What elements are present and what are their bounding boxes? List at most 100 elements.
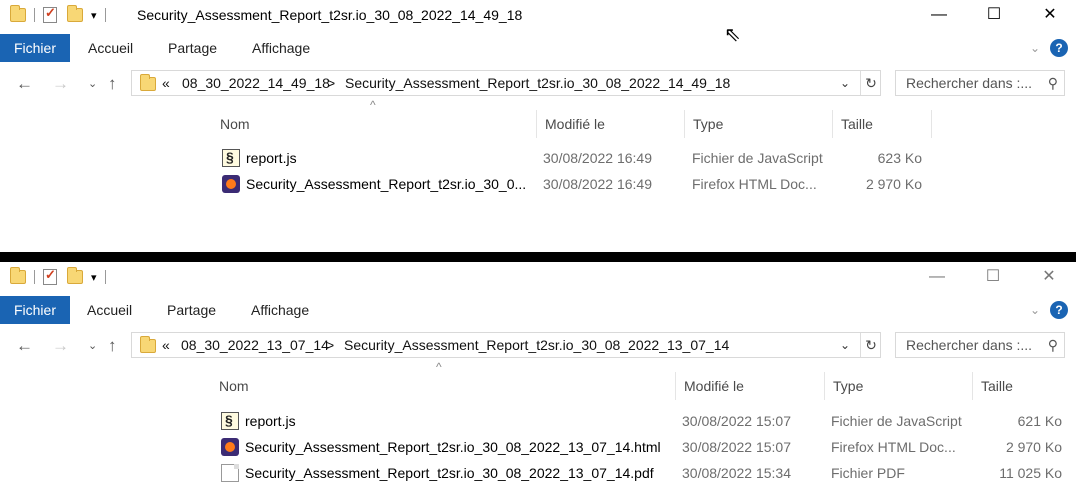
toolbar-divider [34, 270, 35, 284]
file-type: Fichier PDF [831, 465, 905, 481]
new-folder-icon[interactable] [67, 5, 83, 22]
firefox-html-icon [222, 175, 240, 193]
explorer-window-2: ▾ — ☐ ✕ Fichier Accueil Partage Affichag… [0, 262, 1076, 491]
tab-file[interactable]: Fichier [0, 34, 70, 62]
toolbar-divider [34, 8, 35, 22]
javascript-file-icon [221, 412, 239, 430]
file-type: Fichier de JavaScript [692, 150, 823, 166]
maximize-button[interactable]: ☐ [971, 0, 1017, 30]
breadcrumb-current[interactable]: Security_Assessment_Report_t2sr.io_30_08… [344, 333, 729, 357]
file-modified: 30/08/2022 15:07 [682, 439, 791, 455]
file-name: report.js [246, 150, 297, 166]
folder-icon[interactable] [10, 267, 26, 284]
breadcrumb-separator[interactable]: > [326, 333, 334, 357]
customize-toolbar-icon[interactable]: ▾ [91, 9, 97, 22]
address-dropdown-icon[interactable]: ⌄ [840, 71, 850, 95]
recent-locations-button[interactable]: ⌄ [88, 332, 97, 360]
column-modified[interactable]: Modifié le [675, 372, 824, 400]
column-type[interactable]: Type [824, 372, 972, 400]
forward-button[interactable]: → [52, 332, 69, 360]
column-type[interactable]: Type [684, 110, 832, 138]
navigation-bar: ← → ⌄ ↑ « 08_30_2022_14_49_18 > Security… [0, 70, 1076, 98]
minimize-button[interactable]: — [914, 262, 960, 292]
breadcrumb-overflow[interactable]: « [162, 71, 170, 95]
folder-icon[interactable] [10, 5, 26, 22]
toolbar-divider [104, 8, 106, 22]
new-folder-icon[interactable] [67, 267, 83, 284]
file-size: 621 Ko [1017, 413, 1062, 429]
file-name: Security_Assessment_Report_t2sr.io_30_0.… [246, 176, 527, 192]
file-size: 2 970 Ko [1005, 439, 1062, 455]
address-bar[interactable]: « 08_30_2022_13_07_14 > Security_Assessm… [131, 332, 881, 358]
tab-view[interactable]: Affichage [251, 296, 309, 324]
column-name[interactable]: Nom [211, 372, 675, 400]
customize-toolbar-icon[interactable]: ▾ [91, 271, 97, 284]
file-row[interactable]: Security_Assessment_Report_t2sr.io_30_0.… [0, 171, 1076, 197]
search-input[interactable]: Rechercher dans :... ⚲ [895, 70, 1065, 96]
firefox-html-icon [221, 438, 239, 456]
help-icon[interactable]: ? [1050, 301, 1068, 319]
breadcrumb-parent[interactable]: 08_30_2022_14_49_18 [182, 71, 330, 95]
properties-icon[interactable] [43, 267, 57, 285]
close-button[interactable]: ✕ [1026, 262, 1072, 292]
properties-icon[interactable] [43, 5, 57, 23]
file-type: Fichier de JavaScript [831, 413, 962, 429]
ribbon-tabs: Fichier Accueil Partage Affichage ⌄ ? [0, 34, 1076, 62]
file-modified: 30/08/2022 15:34 [682, 465, 791, 481]
pdf-file-icon [221, 464, 239, 482]
toolbar-divider [104, 270, 106, 284]
column-modified[interactable]: Modifié le [536, 110, 684, 138]
close-button[interactable]: ✕ [1027, 0, 1073, 30]
breadcrumb-overflow[interactable]: « [162, 333, 170, 357]
search-icon: ⚲ [1047, 75, 1058, 91]
back-button[interactable]: ← [16, 70, 33, 98]
address-dropdown-icon[interactable]: ⌄ [840, 333, 850, 357]
tab-share[interactable]: Partage [168, 34, 217, 62]
breadcrumb-current[interactable]: Security_Assessment_Report_t2sr.io_30_08… [345, 71, 730, 95]
file-modified: 30/08/2022 16:49 [543, 176, 652, 192]
search-icon: ⚲ [1047, 337, 1058, 353]
ribbon-tabs: Fichier Accueil Partage Affichage ⌄ ? [0, 296, 1076, 324]
folder-icon [140, 336, 156, 353]
search-placeholder: Rechercher dans :... [906, 337, 1033, 353]
file-name: Security_Assessment_Report_t2sr.io_30_08… [245, 465, 654, 481]
explorer-window-1: ▾ Security_Assessment_Report_t2sr.io_30_… [0, 0, 1076, 252]
file-row[interactable]: Security_Assessment_Report_t2sr.io_30_08… [0, 434, 1076, 460]
breadcrumb-parent[interactable]: 08_30_2022_13_07_14 [181, 333, 329, 357]
refresh-icon[interactable]: ↻ [860, 333, 881, 357]
file-size: 11 025 Ko [999, 465, 1062, 481]
tab-home[interactable]: Accueil [87, 296, 132, 324]
column-name[interactable]: Nom [212, 110, 536, 138]
folder-icon [140, 74, 156, 91]
quick-access-toolbar: ▾ [10, 5, 114, 25]
search-input[interactable]: Rechercher dans :... ⚲ [895, 332, 1065, 358]
title-bar: ▾ Security_Assessment_Report_t2sr.io_30_… [0, 0, 1076, 30]
file-row[interactable]: report.js 30/08/2022 15:07 Fichier de Ja… [0, 408, 1076, 434]
tab-home[interactable]: Accueil [88, 34, 133, 62]
forward-button[interactable]: → [52, 70, 69, 98]
help-icon[interactable]: ? [1050, 39, 1068, 57]
refresh-icon[interactable]: ↻ [860, 71, 881, 95]
expand-ribbon-icon[interactable]: ⌄ [1030, 296, 1040, 324]
up-button[interactable]: ↑ [108, 70, 117, 98]
title-bar: ▾ — ☐ ✕ [0, 262, 1076, 292]
tab-file[interactable]: Fichier [0, 296, 70, 324]
recent-locations-button[interactable]: ⌄ [88, 70, 97, 98]
back-button[interactable]: ← [16, 332, 33, 360]
column-size[interactable]: Taille [972, 372, 1072, 400]
file-row[interactable]: Security_Assessment_Report_t2sr.io_30_08… [0, 460, 1076, 486]
file-size: 2 970 Ko [865, 176, 922, 192]
breadcrumb-separator[interactable]: > [327, 71, 335, 95]
javascript-file-icon [222, 149, 240, 167]
up-button[interactable]: ↑ [108, 332, 117, 360]
column-size[interactable]: Taille [832, 110, 932, 138]
tab-share[interactable]: Partage [167, 296, 216, 324]
address-bar[interactable]: « 08_30_2022_14_49_18 > Security_Assessm… [131, 70, 881, 96]
minimize-button[interactable]: — [916, 0, 962, 30]
maximize-button[interactable]: ☐ [970, 262, 1016, 292]
file-modified: 30/08/2022 15:07 [682, 413, 791, 429]
file-row[interactable]: report.js 30/08/2022 16:49 Fichier de Ja… [0, 145, 1076, 171]
expand-ribbon-icon[interactable]: ⌄ [1030, 34, 1040, 62]
tab-view[interactable]: Affichage [252, 34, 310, 62]
mouse-cursor-icon: ⇖ [724, 24, 741, 46]
